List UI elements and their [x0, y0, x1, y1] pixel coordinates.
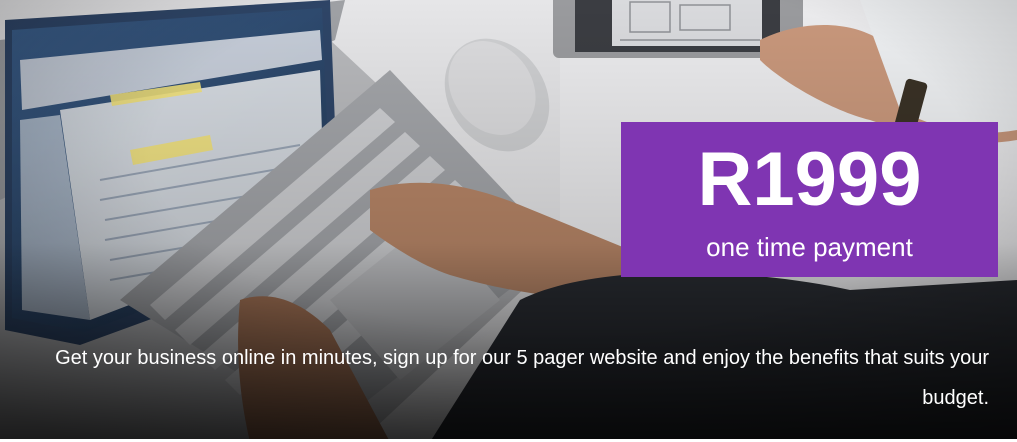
price-box: R1999 one time payment: [621, 122, 998, 277]
price-subtitle: one time payment: [706, 232, 913, 262]
promo-banner: R1999 one time payment Get your business…: [0, 0, 1017, 442]
tagline-text: Get your business online in minutes, sig…: [55, 347, 989, 409]
price-amount: R1999: [697, 137, 922, 222]
